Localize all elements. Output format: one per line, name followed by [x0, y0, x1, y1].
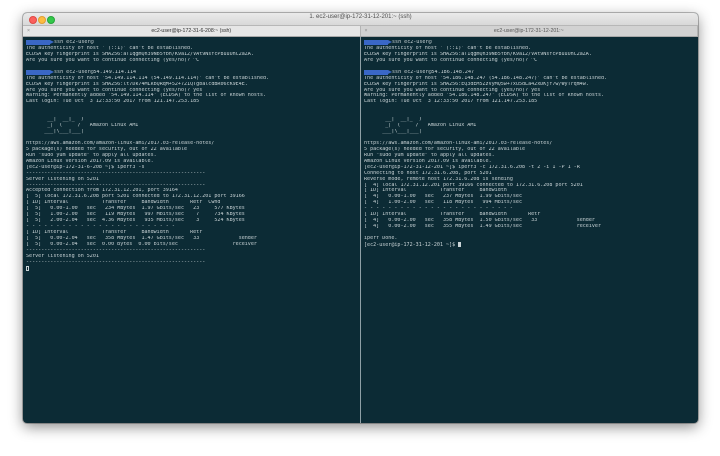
- terminal-line-text: [ 5] 0.00-2.04 sec 358 MBytes 1.47 Gbits…: [26, 235, 257, 241]
- terminal-pane-right[interactable]: ssh ec2-user@ The authenticity of host ' …: [361, 37, 698, 423]
- close-icon[interactable]: ×: [365, 26, 368, 36]
- terminal-line-text: https://aws.amazon.com/amazon-linux-ami/…: [364, 140, 553, 146]
- terminal-line-text: ___|\___|___|: [364, 129, 422, 135]
- terminal-line-text: [ 4] 1.00-2.00 sec 118 MBytes 994 Mbits/…: [364, 200, 523, 206]
- terminal-line-text: iperf Done.: [364, 235, 398, 241]
- terminal-line-text: [ ID] Interval Transfer Bandwidth Retr C…: [26, 200, 221, 206]
- terminal-line-text: __| __|_ ): [26, 117, 84, 123]
- tab-right-session[interactable]: × ec2-user@ip-172-31-12-201:~: [361, 26, 698, 36]
- terminal-line-text: 5 package(s) needed for security, out of…: [26, 146, 188, 152]
- terminal-line-text: [ ID] Interval Transfer Bandwidth: [364, 188, 507, 194]
- terminal-line-text: The authenticity of host '54.149.114.114…: [26, 75, 270, 81]
- close-icon[interactable]: ×: [27, 26, 30, 36]
- title-bar[interactable]: 1. ec2-user@ip-172-31-12-201:~ (ssh): [23, 13, 698, 26]
- tab-left-session[interactable]: × ec2-user@ip-172-31-6-208:~ (ssh): [23, 26, 361, 36]
- terminal-line-text: ___|\___|___|: [26, 129, 84, 135]
- terminal-line-text: __| __|_ ): [364, 117, 422, 123]
- terminal-line-text: [ 5] 0.00-1.00 sec 234 MBytes 1.97 Gbits…: [26, 206, 245, 212]
- terminal-line: [26, 265, 360, 272]
- terminal-line-text: Connecting to host 172.31.6.208, port 52…: [364, 170, 492, 176]
- terminal-line-text: The authenticity of host ' (::1)' can't …: [26, 45, 194, 51]
- terminal-line-text: 5 package(s) needed for security, out of…: [364, 146, 526, 152]
- terminal-line-text: [ 5] 1.00-2.00 sec 119 MBytes 997 Mbits/…: [26, 212, 245, 218]
- terminal-line-text: [ ID] Interval Transfer Bandwidth Retr: [26, 230, 203, 235]
- terminal-line-text: Accepted connection from 172.31.12.201, …: [26, 188, 178, 194]
- terminal-line-text: [ 4] local 172.31.12.201 port 39166 conn…: [364, 182, 583, 188]
- terminal-line-text: [ 5] 0.00-2.04 sec 0.00 Bytes 0.00 bits/…: [26, 241, 257, 247]
- cursor-icon: [26, 265, 29, 271]
- terminal-line-text: [ec2-user@ip-172-31-6-208 ~]$ iperf3 -s: [26, 164, 145, 170]
- terminal-line-text: [ 4] 0.00-2.00 sec 358 MBytes 1.50 Gbits…: [364, 218, 595, 224]
- terminal-line-text: [ 5] local 172.31.6.208 port 5201 connec…: [26, 194, 245, 200]
- terminal-line-text: ECDSA key fingerprint is SHA256:aT1qgmQn…: [364, 51, 592, 57]
- terminal-window: 1. ec2-user@ip-172-31-12-201:~ (ssh) × e…: [23, 13, 698, 423]
- terminal-line-text: ----------------------------------------…: [26, 170, 206, 176]
- prompt-arrow-icon: [26, 70, 54, 76]
- tab-label: ec2-user@ip-172-31-6-208:~ (ssh): [151, 28, 232, 34]
- terminal-line-text: - - - - - - - - - - - - - - - - - - - - …: [364, 206, 513, 212]
- terminal-line-text: [ ID] Interval Transfer Bandwidth Retr: [364, 212, 541, 218]
- terminal-line-text: Reverse mode, remote host 172.31.6.208 i…: [364, 176, 513, 182]
- terminal-line-text: [ec2-user@ip-172-31-12-201 ~]$: [364, 241, 459, 248]
- terminal-line-text: ----------------------------------------…: [26, 259, 206, 265]
- terminal-line-text: _| ( / Amazon Linux AMI: [26, 123, 139, 129]
- terminal-line-text: Server listening on 5201: [26, 176, 99, 182]
- terminal-pane-left[interactable]: ssh ec2-user@ The authenticity of host ' …: [23, 37, 361, 423]
- terminal-line-text: [ 5] 2.00-2.04 sec 4.36 MBytes 935 Mbits…: [26, 218, 245, 224]
- terminal-line-text: https://aws.amazon.com/amazon-linux-ami/…: [26, 140, 215, 146]
- terminal-line-text: [ 4] 0.00-2.00 sec 355 MBytes 1.49 Gbits…: [364, 224, 602, 230]
- tab-bar: × ec2-user@ip-172-31-6-208:~ (ssh) × ec2…: [23, 26, 698, 37]
- prompt-arrow-icon: [364, 70, 392, 76]
- terminal-line-text: [ec2-user@ip-172-31-12-201 ~]$ iperf3 -c…: [364, 164, 580, 170]
- terminal-line-text: Last login: Tue Oct 3 12:33:50 2017 from…: [364, 99, 538, 105]
- terminal-line-text: Server listening on 5201: [26, 253, 99, 259]
- split-panes: ssh ec2-user@ The authenticity of host ' …: [23, 37, 698, 423]
- terminal-line-text: Are you sure you want to continue connec…: [364, 87, 541, 93]
- terminal-line-text: [ 4] 0.00-1.00 sec 237 MBytes 1.99 Gbits…: [364, 194, 523, 200]
- prompt-arrow-icon: [26, 40, 54, 46]
- terminal-line-text: ----------------------------------------…: [26, 247, 206, 253]
- terminal-line-text: Are you sure you want to continue connec…: [26, 87, 203, 93]
- tab-label: ec2-user@ip-172-31-12-201:~: [493, 28, 564, 34]
- terminal-line-text: Are you sure you want to continue connec…: [26, 57, 200, 63]
- cursor-icon: [458, 241, 462, 247]
- terminal-line-text: The authenticity of host ' (::1)' can't …: [364, 45, 532, 51]
- terminal-line-text: _| ( / Amazon Linux AMI: [364, 123, 477, 129]
- prompt-arrow-icon: [364, 40, 392, 46]
- terminal-line-text: Warning: Permanently added '54.149.114.1…: [26, 93, 267, 99]
- terminal-line-text: Amazon Linux version 2017.09 is availabl…: [26, 158, 154, 164]
- terminal-line-text: Are you sure you want to continue connec…: [364, 57, 538, 63]
- terminal-line: [ec2-user@ip-172-31-12-201 ~]$: [364, 241, 698, 248]
- terminal-line-text: Run "sudo yum update" to apply all updat…: [364, 152, 495, 158]
- terminal-line-text: ECDSA key fingerprint is SHA256:lt7Dk74M…: [26, 81, 248, 87]
- terminal-line-text: ECDSA key fingerprint is SHA256:EQ3dEM5Z…: [364, 81, 589, 87]
- window-title: 1. ec2-user@ip-172-31-12-201:~ (ssh): [309, 14, 412, 20]
- terminal-line-text: ECDSA key fingerprint is SHA256:aT1qgmQn…: [26, 51, 254, 57]
- terminal-line-text: Amazon Linux version 2017.09 is availabl…: [364, 158, 492, 164]
- terminal-line-text: Last login: Tue Oct 3 12:33:50 2017 from…: [26, 99, 200, 105]
- terminal-line-text: Run "sudo yum update" to apply all updat…: [26, 152, 157, 158]
- terminal-line-text: The authenticity of host '54.186.148.247…: [364, 75, 608, 81]
- terminal-line-text: Warning: Permanently added '54.186.148.2…: [364, 93, 605, 99]
- terminal-line-text: - - - - - - - - - - - - - - - - - - - - …: [26, 224, 175, 230]
- terminal-line-text: ----------------------------------------…: [26, 182, 206, 188]
